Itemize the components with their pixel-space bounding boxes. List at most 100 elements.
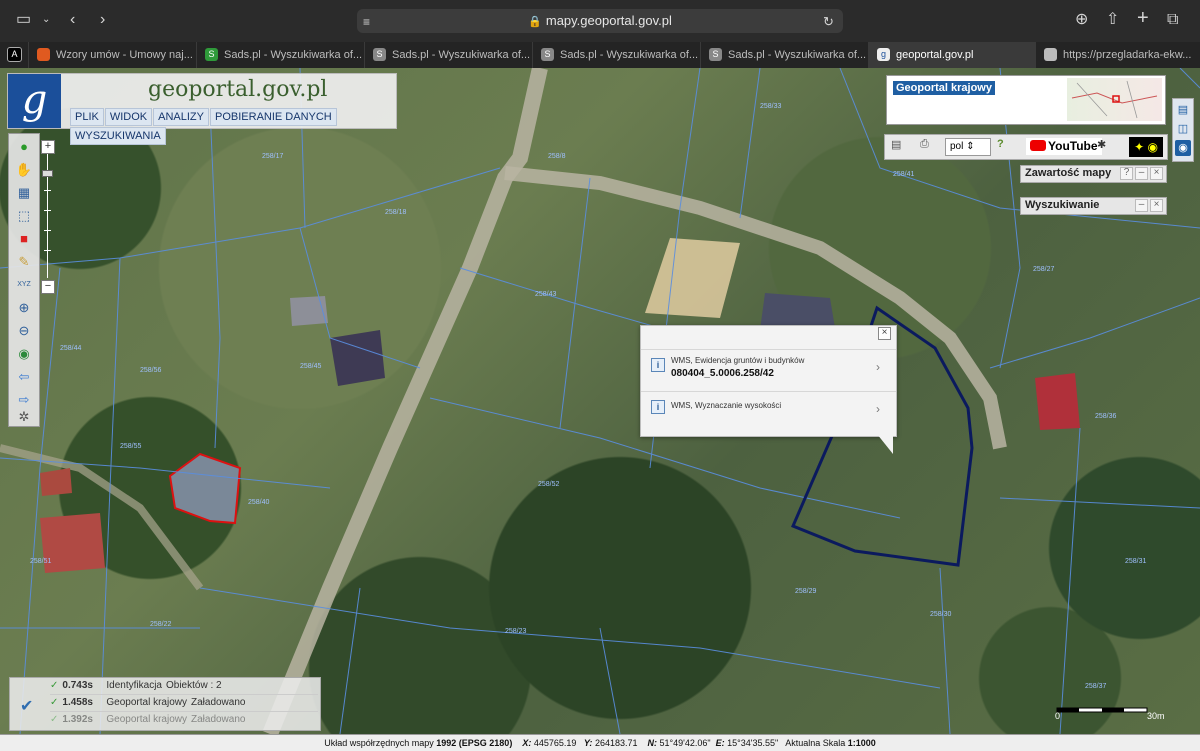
menu-plik[interactable]: PLIK [70,108,104,126]
overview-map-drawing [1071,80,1158,119]
map-contents-panel[interactable]: Zawartość mapy ? – × [1020,165,1167,183]
zoom-tick [44,210,51,211]
log-row: ✓ 0.743s Identyfikacja Obiektów : 2 [50,678,318,695]
tab-label: Sads.pl - Wyszukiwarka of... [728,49,867,61]
tab-geoportal[interactable]: g geoportal.gov.pl [869,42,1036,68]
globe-icon[interactable]: ◉ [15,345,33,363]
chevron-down-icon[interactable]: ⌄ [42,10,50,30]
lock-icon: 🔒 [528,16,542,28]
help-icon[interactable]: ? [997,138,1004,150]
parcel-label: 258/55 [120,443,142,450]
parcel-label: 258/31 [1125,558,1147,565]
reload-icon[interactable]: ↻ [823,12,834,32]
menu-wyszukiwania[interactable]: WYSZUKIWANIA [70,127,166,145]
tab-sads-2[interactable]: S Sads.pl - Wyszukiwarka of... [365,42,533,68]
popup-row-ewidencja[interactable]: i WMS, Ewidencja gruntów i budynków 0804… [641,349,896,390]
parcel-label: 258/56 [140,367,162,374]
tab-overview-icon[interactable]: ⧉ [1167,10,1178,30]
book-icon[interactable]: ▤ [891,138,901,151]
parcel-label: 258/40 [248,499,270,506]
chevron-right-icon: › [876,402,880,416]
app-title: geoportal.gov.pl [148,77,328,102]
geoportal-icon: g [877,47,890,61]
youtube-play-icon [1030,140,1046,151]
tab-label: https://przegladarka-ekw... [1063,49,1192,61]
identify-popup: × i WMS, Ewidencja gruntów i budynków 08… [640,325,897,437]
language-select[interactable]: pol ⇕ [945,138,991,156]
log-time: 0.743s [62,680,93,691]
geoportal-logo[interactable]: g [8,74,61,128]
accessibility-icon[interactable]: ✱ [1097,138,1106,151]
tab-label: Wzory umów - Umowy naj... [56,49,193,61]
arrow-left-icon[interactable]: ⇦ [15,368,33,386]
check-icon: ✔ [20,698,34,715]
tab-sads-4[interactable]: S Sads.pl - Wyszukiwarka of... [701,42,869,68]
search-panel[interactable]: Wyszukiwanie – × [1020,197,1167,215]
parcel-label: 258/45 [300,363,322,370]
building [330,330,385,386]
popup-layer-name: WMS, Wyznaczanie wysokości [671,401,782,410]
zoom-out-icon[interactable]: ⊖ [15,322,33,340]
crs-label: Układ współrzędnych mapy [324,738,434,748]
services-bar: ▤ ⎙ pol ⇕ ? YouTube ✱ ✦ ◉ [884,134,1168,160]
tab-label: geoportal.gov.pl [896,49,974,61]
close-icon[interactable]: × [878,327,891,340]
overview-map-title: Geoportal krajowy [893,81,995,95]
menu-analizy[interactable]: ANALIZY [153,108,209,126]
close-icon[interactable]: × [1150,199,1163,212]
zoom-slider[interactable]: + − [41,140,55,294]
arrow-right-icon[interactable]: ⇨ [15,391,33,409]
zoom-plus-button[interactable]: + [41,140,55,154]
contrast-eye-button[interactable]: ✦ ◉ [1129,137,1163,157]
tab-pinned[interactable]: A [0,42,29,68]
tab-wzory[interactable]: Wzory umów - Umowy naj... [29,42,197,68]
sads-icon: S [541,47,554,61]
zoom-minus-button[interactable]: − [41,280,55,294]
zoom-handle[interactable] [42,170,53,177]
longitude: 15°34'35.55" [727,738,779,748]
compass-icon[interactable]: ✲ [15,408,33,426]
y-coordinate: 264183.71 [594,738,638,748]
search-panel-title: Wyszukiwanie [1025,199,1100,211]
menu-widok[interactable]: WIDOK [104,108,153,126]
minimize-icon[interactable]: – [1135,199,1148,212]
zoom-in-icon[interactable]: ⊕ [15,299,33,317]
window-icon[interactable]: ◫ [1175,121,1191,137]
n-label: N: [647,738,658,748]
popup-row-wysokosci[interactable]: i WMS, Wyznaczanie wysokości › [641,391,896,432]
app-header: g geoportal.gov.pl PLIK WIDOK ANALIZY POBIE… [7,73,397,145]
xyz-icon[interactable]: XYZ [15,276,33,294]
youtube-button[interactable]: YouTube [1026,138,1102,155]
select-red-icon[interactable]: ■ [15,230,33,248]
parcel-id: 080404_5.0006.258/42 [671,368,774,379]
info-icon[interactable]: ● [15,138,33,156]
parcel-label: 258/33 [760,103,782,110]
help-icon[interactable]: ? [1120,167,1133,180]
pencil-icon[interactable]: ✎ [15,253,33,271]
tab-sads-1[interactable]: S Sads.pl - Wyszukiwarka of... [197,42,365,68]
address-bar[interactable]: ≡ 🔒 mapy.geoportal.gov.pl ↻ [357,9,843,33]
tab-sads-3[interactable]: S Sads.pl - Wyszukiwarka of... [533,42,701,68]
log-status: Załadowano [190,714,246,725]
close-icon[interactable]: × [1150,167,1163,180]
new-tab-icon[interactable]: + [1137,8,1149,28]
sidebar-icon[interactable]: ▭ [16,10,31,30]
menu-pobieranie[interactable]: POBIERANIE DANYCH [210,108,337,126]
main-menu: PLIK WIDOK ANALIZY POBIERANIE DANYCH WYSZUKI… [70,107,396,145]
tab-ekw[interactable]: https://przegladarka-ekw... [1036,42,1200,68]
pan-hand-icon[interactable]: ✋ [15,161,33,179]
share-icon[interactable]: ⇧ [1106,10,1119,30]
pinned-icon: A [7,46,22,62]
tab-label: Sads.pl - Wyszukiwarka of... [560,49,699,61]
print-icon[interactable]: ⎙ [920,138,929,151]
select-area-icon[interactable]: ⬚ [15,207,33,225]
layers-table-icon[interactable]: ▦ [15,184,33,202]
back-icon[interactable]: ‹ [70,10,75,30]
collapse-icon[interactable]: ▤ [1175,102,1191,118]
minimize-icon[interactable]: – [1135,167,1148,180]
download-icon[interactable]: ⊕ [1075,10,1088,30]
overview-map[interactable] [1067,78,1162,121]
forward-icon[interactable]: › [100,10,105,30]
eye-icon[interactable]: ◉ [1175,140,1191,156]
sads-icon: S [373,47,386,61]
